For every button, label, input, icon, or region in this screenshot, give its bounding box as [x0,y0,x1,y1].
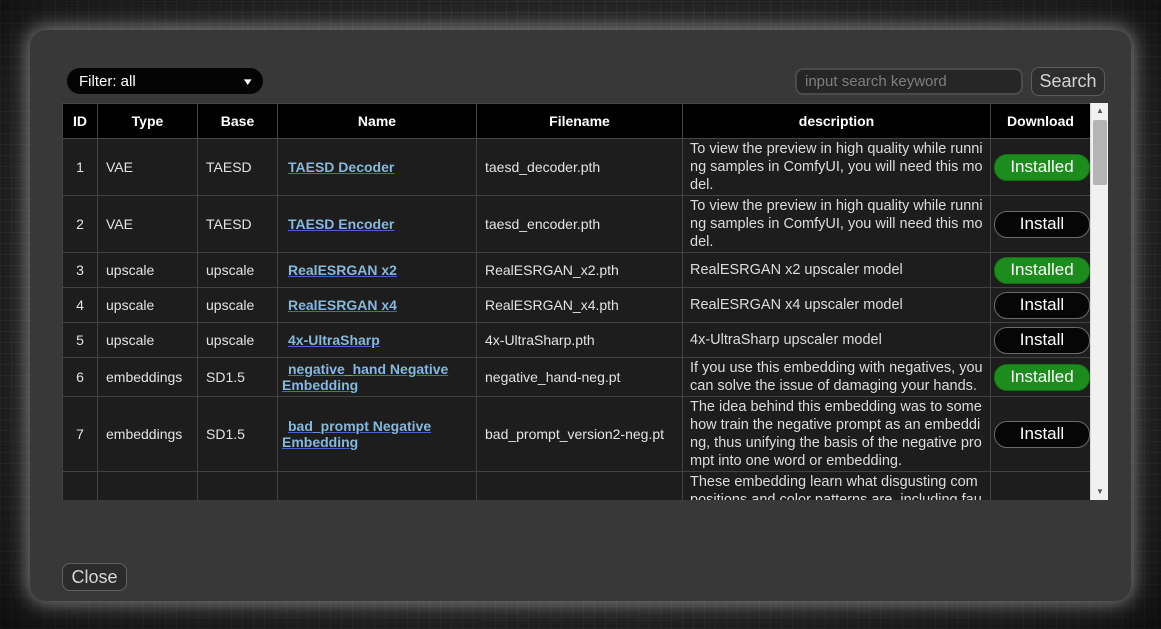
table-row: 2 VAE TAESD TAESD Encoder taesd_encoder.… [63,196,1091,253]
filter-select[interactable]: Filter: all ▾ [67,68,263,94]
header-description: description [683,104,991,139]
cell-description: RealESRGAN x2 upscaler model [683,253,991,288]
cell-id: 4 [63,288,98,323]
cell-download: Installed [991,253,1091,288]
cell-type [98,472,198,501]
models-table-container: ID Type Base Name Filename description D… [62,103,1108,500]
model-name-link[interactable]: RealESRGAN x4 [288,297,397,313]
filter-selected-label: Filter: all [79,73,136,90]
cell-type: upscale [98,323,198,358]
table-row: These embedding learn what disgusting co… [63,472,1091,501]
cell-base: TAESD [198,196,278,253]
cell-download [991,472,1091,501]
header-id: ID [63,104,98,139]
header-type: Type [98,104,198,139]
model-name-link[interactable]: TAESD Encoder [288,216,394,232]
cell-name: bad_prompt Negative Embedding [278,397,477,472]
cell-filename: taesd_encoder.pth [477,196,683,253]
cell-id: 5 [63,323,98,358]
model-name-link[interactable]: negative_hand Negative Embedding [282,361,448,393]
cell-base: upscale [198,288,278,323]
table-scrollbar[interactable]: ▲ ▼ [1090,103,1108,500]
cell-id: 1 [63,139,98,196]
cell-base: upscale [198,253,278,288]
cell-description: The idea behind this embedding was to so… [683,397,991,472]
cell-filename: taesd_decoder.pth [477,139,683,196]
chevron-down-icon: ▾ [244,75,252,88]
cell-filename: negative_hand-neg.pt [477,358,683,397]
cell-name: RealESRGAN x4 [278,288,477,323]
cell-download: Install [991,288,1091,323]
cell-download: Install [991,196,1091,253]
cell-type: embeddings [98,397,198,472]
cell-id: 7 [63,397,98,472]
table-row: 5 upscale upscale 4x-UltraSharp 4x-Ultra… [63,323,1091,358]
cell-name: negative_hand Negative Embedding [278,358,477,397]
model-name-link[interactable]: 4x-UltraSharp [288,332,380,348]
cell-id: 2 [63,196,98,253]
cell-download: Installed [991,358,1091,397]
install-button[interactable]: Install [994,421,1090,448]
header-filename: Filename [477,104,683,139]
table-row: 4 upscale upscale RealESRGAN x4 RealESRG… [63,288,1091,323]
header-name: Name [278,104,477,139]
cell-description: If you use this embedding with negatives… [683,358,991,397]
scrollbar-thumb[interactable] [1093,120,1107,185]
table-header-row: ID Type Base Name Filename description D… [63,104,1091,139]
cell-name: RealESRGAN x2 [278,253,477,288]
cell-filename: RealESRGAN_x4.pth [477,288,683,323]
header-download: Download [991,104,1091,139]
table-row: 6 embeddings SD1.5 negative_hand Negativ… [63,358,1091,397]
cell-name [278,472,477,501]
cell-type: upscale [98,288,198,323]
install-button[interactable]: Installed [994,257,1090,284]
cell-base: SD1.5 [198,358,278,397]
cell-description: These embedding learn what disgusting co… [683,472,991,501]
cell-download: Installed [991,139,1091,196]
cell-description: To view the preview in high quality whil… [683,196,991,253]
model-manager-dialog: Filter: all ▾ Search ID Type Base Name F… [30,30,1131,601]
table-row: 3 upscale upscale RealESRGAN x2 RealESRG… [63,253,1091,288]
cell-base: TAESD [198,139,278,196]
cell-name: 4x-UltraSharp [278,323,477,358]
scrollbar-up-icon[interactable]: ▲ [1091,103,1108,119]
close-button[interactable]: Close [62,563,127,591]
cell-name: TAESD Encoder [278,196,477,253]
cell-filename: RealESRGAN_x2.pth [477,253,683,288]
header-base: Base [198,104,278,139]
cell-base [198,472,278,501]
install-button[interactable]: Installed [994,154,1090,181]
model-name-link[interactable]: bad_prompt Negative Embedding [282,418,431,450]
search-input[interactable] [795,68,1023,95]
table-row: 7 embeddings SD1.5 bad_prompt Negative E… [63,397,1091,472]
cell-name: TAESD Decoder [278,139,477,196]
cell-filename: bad_prompt_version2-neg.pt [477,397,683,472]
cell-type: VAE [98,139,198,196]
cell-type: upscale [98,253,198,288]
cell-id: 6 [63,358,98,397]
cell-type: embeddings [98,358,198,397]
cell-base: SD1.5 [198,397,278,472]
cell-description: 4x-UltraSharp upscaler model [683,323,991,358]
install-button[interactable]: Installed [994,364,1090,391]
cell-type: VAE [98,196,198,253]
install-button[interactable]: Install [994,327,1090,354]
cell-filename [477,472,683,501]
cell-base: upscale [198,323,278,358]
models-table: ID Type Base Name Filename description D… [62,103,1091,500]
install-button[interactable]: Install [994,211,1090,238]
cell-download: Install [991,323,1091,358]
model-name-link[interactable]: TAESD Decoder [288,159,394,175]
cell-description: To view the preview in high quality whil… [683,139,991,196]
search-button[interactable]: Search [1031,67,1105,96]
table-row: 1 VAE TAESD TAESD Decoder taesd_decoder.… [63,139,1091,196]
cell-filename: 4x-UltraSharp.pth [477,323,683,358]
cell-id: 3 [63,253,98,288]
model-name-link[interactable]: RealESRGAN x2 [288,262,397,278]
scrollbar-down-icon[interactable]: ▼ [1091,484,1108,500]
cell-description: RealESRGAN x4 upscaler model [683,288,991,323]
install-button[interactable]: Install [994,292,1090,319]
cell-id [63,472,98,501]
cell-download: Install [991,397,1091,472]
